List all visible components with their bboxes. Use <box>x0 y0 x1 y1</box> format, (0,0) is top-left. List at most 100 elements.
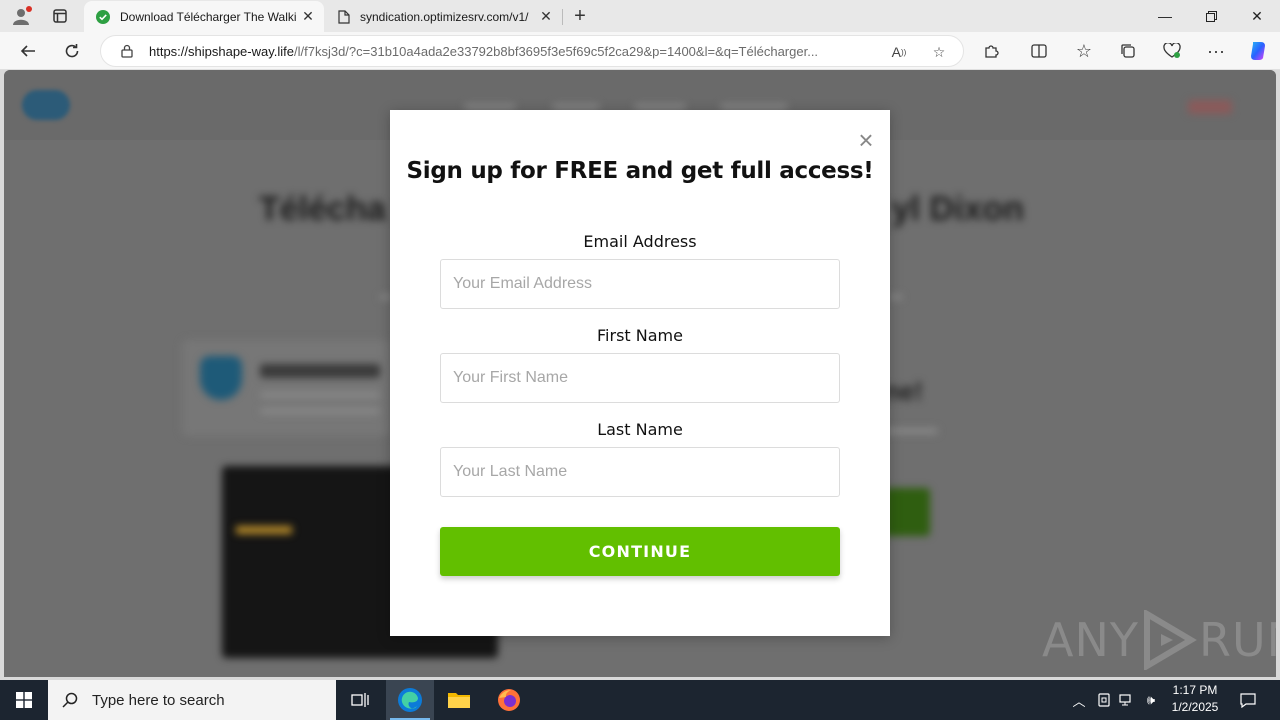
close-window-button[interactable]: ✕ <box>1234 0 1280 32</box>
heading-left: Télécha <box>259 190 386 228</box>
text-placeholder <box>890 294 902 300</box>
refresh-icon <box>65 44 79 58</box>
navigation-bar: https://shipshape-way.life/l/f7ksj3d/?c=… <box>0 32 1280 70</box>
modal-title: Sign up for FREE and get full access! <box>406 158 874 184</box>
show-hidden-icons-button[interactable]: ︿ <box>1068 680 1090 720</box>
close-icon: ✕ <box>1251 7 1263 24</box>
download-button-backdrop <box>884 488 930 536</box>
task-view-button[interactable] <box>336 680 384 720</box>
taskbar-clock[interactable]: 1:17 PM 1/2/2025 <box>1162 682 1228 716</box>
watermark-left: ANY <box>1042 613 1139 667</box>
close-tab-icon[interactable]: ✕ <box>536 7 556 27</box>
url-path: /l/f7ksj3d/?c=31b10a4ada2e33792b8bf3695f… <box>294 43 819 59</box>
close-tab-icon[interactable]: ✕ <box>298 7 318 27</box>
check-circle-icon <box>96 9 110 24</box>
heartbeat-icon <box>1163 43 1181 58</box>
copilot-button[interactable] <box>1244 38 1272 64</box>
watermark-right: RUN <box>1198 613 1276 667</box>
text-placeholder <box>884 428 938 434</box>
tab-actions-icon <box>53 9 67 23</box>
search-placeholder: Type here to search <box>92 691 225 709</box>
windows-taskbar: Type here to search ︿ 🕪 1:17 PM 1/2/2025 <box>0 680 1280 720</box>
favorites-star-icon: ☆ <box>1075 40 1093 61</box>
volume-tray-icon[interactable]: 🕪 <box>1140 680 1162 720</box>
favorite-star-icon[interactable]: ☆ <box>929 42 949 62</box>
task-view-icon <box>351 693 369 707</box>
site-logo <box>22 90 70 120</box>
notifications-button[interactable] <box>1234 680 1262 720</box>
language-selector <box>1188 100 1232 114</box>
lock-icon[interactable] <box>119 43 135 59</box>
battery-tray-icon[interactable] <box>1094 680 1114 720</box>
browser-essentials-button[interactable] <box>1158 38 1186 64</box>
device-icon <box>1098 693 1110 707</box>
tab-title: syndication.optimizesrv.com/v1/ <box>360 9 529 24</box>
notification-icon <box>1240 693 1256 708</box>
back-arrow-icon <box>20 45 35 57</box>
windows-logo-icon <box>16 692 32 708</box>
search-icon <box>62 692 78 708</box>
collections-button[interactable] <box>1114 38 1142 64</box>
tab-active[interactable]: Download Télécharger The Walki ✕ <box>84 1 324 32</box>
continue-button[interactable]: CONTINUE <box>440 527 840 576</box>
last-name-label: Last Name <box>597 420 683 439</box>
tab-title: Download Télécharger The Walki <box>120 9 297 24</box>
email-label: Email Address <box>583 232 697 251</box>
edge-taskbar-button[interactable] <box>386 680 434 720</box>
first-name-label: First Name <box>597 326 683 345</box>
start-button[interactable] <box>0 680 48 720</box>
puzzle-icon <box>985 45 999 58</box>
tab-actions-button[interactable] <box>46 4 74 28</box>
email-field[interactable] <box>440 259 840 309</box>
taskbar-search[interactable]: Type here to search <box>48 680 336 720</box>
heading-right: yl Dixon <box>891 190 1024 228</box>
clock-time: 1:17 PM <box>1172 683 1218 697</box>
favorites-button[interactable]: ☆ <box>1070 38 1098 64</box>
tab-divider <box>562 9 563 25</box>
play-logo-icon <box>1143 610 1197 670</box>
plus-icon: + <box>574 4 586 27</box>
last-name-field[interactable] <box>440 447 840 497</box>
split-screen-icon <box>1031 44 1047 58</box>
clock-date: 1/2/2025 <box>1171 700 1219 714</box>
read-aloud-icon[interactable]: A)) <box>889 42 909 62</box>
address-bar[interactable]: https://shipshape-way.life/l/f7ksj3d/?c=… <box>100 35 964 67</box>
folder-icon <box>448 693 470 708</box>
minimize-icon: — <box>1158 8 1172 24</box>
signup-modal: × Sign up for FREE and get full access! … <box>390 110 890 636</box>
anyrun-watermark: ANY RUN <box>1042 608 1276 672</box>
text-placeholder <box>260 392 380 398</box>
speaker-icon: 🕪 <box>1146 692 1156 707</box>
restore-button[interactable] <box>1188 0 1234 32</box>
text-placeholder <box>260 364 380 378</box>
chevron-up-icon: ︿ <box>1072 693 1086 709</box>
more-menu-button[interactable]: ··· <box>1202 38 1230 64</box>
split-screen-button[interactable] <box>1025 38 1053 64</box>
thumbnail-highlight <box>236 526 292 534</box>
first-name-field[interactable] <box>440 353 840 403</box>
minimize-button[interactable]: — <box>1142 0 1188 32</box>
text-placeholder <box>260 408 380 414</box>
network-tray-icon[interactable] <box>1116 680 1138 720</box>
close-icon: × <box>858 125 874 155</box>
back-button[interactable] <box>14 38 42 64</box>
edge-icon <box>398 688 422 712</box>
tab-inactive[interactable]: syndication.optimizesrv.com/v1/ ✕ <box>326 1 562 32</box>
restore-icon <box>1205 10 1217 22</box>
profile-button[interactable] <box>8 4 34 28</box>
new-tab-button[interactable]: + <box>568 4 592 28</box>
collections-icon <box>1121 44 1135 58</box>
firefox-button[interactable] <box>485 680 533 720</box>
tab-bar: Download Télécharger The Walki ✕ syndica… <box>0 0 1280 32</box>
refresh-button[interactable] <box>58 38 86 64</box>
modal-close-button[interactable]: × <box>854 125 878 155</box>
network-icon <box>1119 694 1131 706</box>
url-host: https://shipshape-way.life <box>149 43 294 59</box>
extensions-button[interactable] <box>977 38 1005 64</box>
shield-icon <box>200 356 242 400</box>
file-explorer-button[interactable] <box>435 680 483 720</box>
side-heading-backdrop: ne! <box>884 376 923 406</box>
url-text[interactable]: https://shipshape-way.life/l/f7ksj3d/?c=… <box>149 44 879 59</box>
firefox-icon <box>498 689 520 711</box>
copilot-icon <box>1251 42 1265 60</box>
